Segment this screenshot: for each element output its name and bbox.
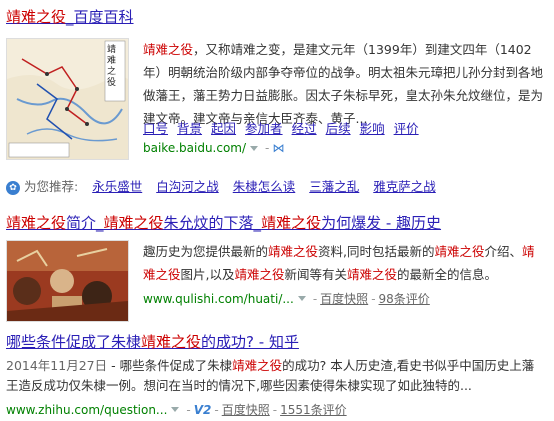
result3-snippet: 2014年11月27日 - 哪些条件促成了朱棣靖难之役的成功? 本人历史渣,看史… xyxy=(6,356,546,396)
snippet-text: 介绍、 xyxy=(484,244,523,259)
reviews-link[interactable]: 98条评价 xyxy=(379,292,430,306)
result1-url: baike.baidu.com/ xyxy=(143,141,247,155)
sublink-slogan[interactable]: 口号 xyxy=(143,121,168,136)
sublink-evaluation[interactable]: 评价 xyxy=(394,121,419,136)
recommend-item[interactable]: 永乐盛世 xyxy=(92,179,142,194)
snippet-text: - 哪些条件促成了朱棣 xyxy=(107,358,233,373)
sublink-process[interactable]: 经过 xyxy=(292,121,317,136)
recommend-item[interactable]: 雅克萨之战 xyxy=(373,179,436,194)
result3-url: www.zhihu.com/question... xyxy=(6,403,168,417)
snippet-highlight: 靖难之役 xyxy=(143,42,194,57)
snippet-highlight: 靖难之役 xyxy=(268,244,319,259)
chevron-down-icon[interactable] xyxy=(297,296,306,301)
snippet-highlight: 靖难之役 xyxy=(234,267,285,282)
title-text[interactable]: 的成功? - 知乎 xyxy=(201,333,299,351)
result3-title[interactable]: 哪些条件促成了朱棣靖难之役的成功? - 知乎 xyxy=(6,333,299,351)
thumbnail-label: 靖难之役 xyxy=(107,45,117,88)
reviews-link[interactable]: 1551条评价 xyxy=(280,403,347,417)
result1-title[interactable]: 靖难之役_百度百科 xyxy=(6,8,134,26)
paw-icon: ✿ xyxy=(6,180,20,195)
snippet-text: 的最新全的信息。 xyxy=(397,267,498,282)
snippet-text: ，又称靖难之变，是建文元年（1399年）到建文四年（1402年）明朝统治阶级内部… xyxy=(143,42,544,126)
snippet-highlight: 靖难之役 xyxy=(347,267,398,282)
sublink-participants[interactable]: 参加者 xyxy=(245,121,283,136)
title-highlight[interactable]: 靖难之役 xyxy=(104,214,164,232)
cache-link[interactable]: 百度快照 xyxy=(222,403,270,417)
recommend-row: ✿ 为您推荐: 永乐盛世 白沟河之战 朱棣怎么读 三藩之乱 雅克萨之战 xyxy=(6,176,436,195)
sublink-influence[interactable]: 影响 xyxy=(360,121,385,136)
snippet-text: 资料,同时包括最新的 xyxy=(318,244,435,259)
snippet-highlight: 靖难之役 xyxy=(232,358,283,373)
result1-snippet: 靖难之役，又称靖难之变，是建文元年（1399年）到建文四年（1402年）明朝统治… xyxy=(143,38,545,130)
recommend-label: 为您推荐: xyxy=(23,179,79,194)
title-highlight[interactable]: 靖难之役 xyxy=(6,214,66,232)
recommend-item[interactable]: 三藩之乱 xyxy=(309,179,359,194)
sublink-aftermath[interactable]: 后续 xyxy=(326,121,351,136)
chevron-down-icon[interactable] xyxy=(250,146,259,151)
chevron-down-icon[interactable] xyxy=(171,407,180,412)
snippet-highlight: 靖难之役 xyxy=(434,244,485,259)
sublink-background[interactable]: 背景 xyxy=(177,121,202,136)
bow-icon[interactable]: ⋈ xyxy=(272,141,284,155)
result3-url-row: www.zhihu.com/question... - V2- 百度快照 -1551条评… xyxy=(6,403,347,417)
snippet-text: 新闻等有关 xyxy=(284,267,348,282)
title-text[interactable]: _百度百科 xyxy=(66,8,134,26)
title-text[interactable]: 简介_ xyxy=(66,214,104,232)
title-text[interactable]: 朱允炆的下落_ xyxy=(164,214,262,232)
snippet-text: 趣历史为您提供最新的 xyxy=(143,244,269,259)
sublink-cause[interactable]: 起因 xyxy=(211,121,236,136)
result2-title[interactable]: 靖难之役简介_靖难之役朱允炆的下落_靖难之役为何爆发 - 趣历史 xyxy=(6,214,441,232)
result1-url-row: baike.baidu.com/- ⋈ xyxy=(143,141,285,155)
title-highlight[interactable]: 靖难之役 xyxy=(141,333,201,351)
result2-thumbnail[interactable] xyxy=(6,240,129,322)
verified-badge[interactable]: V2 xyxy=(194,403,212,417)
result1-thumbnail[interactable]: 靖难之役 xyxy=(6,38,129,160)
title-highlight[interactable]: 靖难之役 xyxy=(6,8,66,26)
recommend-item[interactable]: 朱棣怎么读 xyxy=(233,179,296,194)
result3-date: 2014年11月27日 xyxy=(6,358,108,373)
recommend-item[interactable]: 白沟河之战 xyxy=(156,179,219,194)
title-text[interactable]: 为何爆发 - 趣历史 xyxy=(321,214,441,232)
result1-sublinks: 口号 背景 起因 参加者 经过 后续 影响 评价 xyxy=(143,118,428,137)
title-text[interactable]: 哪些条件促成了朱棣 xyxy=(6,333,141,351)
cache-link[interactable]: 百度快照 xyxy=(320,292,368,306)
result2-snippet: 趣历史为您提供最新的靖难之役资料,同时包括最新的靖难之役介绍、靖难之役图片,以及… xyxy=(143,240,545,286)
title-highlight[interactable]: 靖难之役 xyxy=(261,214,321,232)
snippet-text: 图片,以及 xyxy=(180,267,235,282)
result2-url-row: www.qulishi.com/huati/... - 百度快照 -98条评价 xyxy=(143,292,430,306)
battle-painting-image xyxy=(7,241,128,321)
result2-url: www.qulishi.com/huati/... xyxy=(143,292,294,306)
